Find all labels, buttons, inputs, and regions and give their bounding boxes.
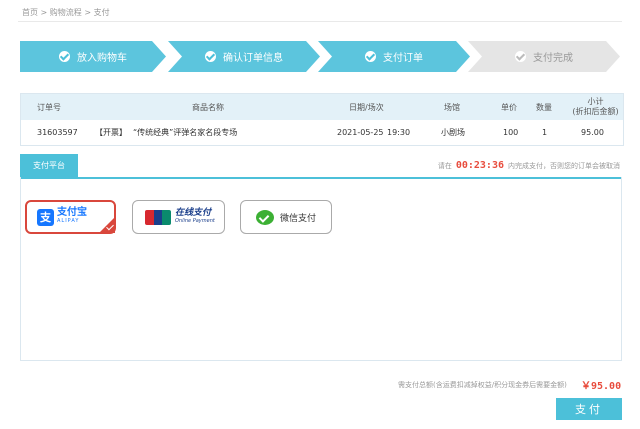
total-amount: ￥95.00 (581, 381, 622, 392)
checkout-progress-steps: 放入购物车 确认订单信息 支付订单 支付完成 (20, 41, 620, 72)
payment-options-panel: 支 支付宝 ALIPAY 在线支付 Online Payment 微信支付 (20, 177, 622, 361)
header-price: 单价 (501, 102, 517, 112)
countdown-time: 00:23:36 (455, 160, 504, 171)
step-label: 确认订单信息 (223, 53, 283, 64)
order-table-header: 订单号 商品名称 日期/场次 场馆 单价 数量 小计 (折扣后金额) (21, 94, 623, 120)
unit-price: 100 (503, 128, 519, 137)
step-add-to-cart: 放入购物车 (20, 41, 166, 72)
order-number: 31603597 (37, 128, 78, 137)
alipay-en-name: ALIPAY (57, 218, 80, 224)
pay-button[interactable]: 支付 (556, 398, 622, 420)
unionpay-en-name: Online Payment (175, 218, 215, 224)
payment-countdown: 请在 00:23:36 内完成支付，否则您的订单会被取消 (438, 160, 620, 171)
show-time: 19:30 (387, 128, 411, 137)
product-name[interactable]: “传统经典”评弹名家名段专场 (133, 120, 237, 145)
header-subtotal: 小计 (折扣后金额) (568, 94, 623, 120)
unionpay-option[interactable]: 在线支付 Online Payment (132, 200, 225, 234)
unionpay-wordmark: 在线支付 Online Payment (175, 209, 215, 225)
header-venue: 场馆 (444, 102, 460, 112)
wechat-pay-option[interactable]: 微信支付 (240, 200, 332, 234)
header-date: 日期/场次 (349, 102, 384, 112)
alipay-option[interactable]: 支 支付宝 ALIPAY (25, 200, 116, 234)
payment-tab-bar: 支付平台 请在 00:23:36 内完成支付，否则您的订单会被取消 (20, 154, 622, 179)
wechat-pay-icon (255, 209, 274, 225)
countdown-prefix: 请在 (437, 162, 452, 170)
countdown-suffix: 内完成支付，否则您的订单会被取消 (508, 162, 620, 170)
order-table: 订单号 商品名称 日期/场次 场馆 单价 数量 小计 (折扣后金额) 31603… (20, 93, 624, 146)
alipay-wordmark: 支付宝 ALIPAY (57, 208, 87, 226)
step-label: 支付订单 (383, 53, 423, 64)
header-product: 商品名称 (192, 102, 224, 112)
alipay-icon: 支 (37, 208, 54, 226)
step-label: 放入购物车 (77, 53, 127, 64)
wechat-pay-label: 微信支付 (279, 213, 316, 224)
step-payment-complete: 支付完成 (468, 41, 620, 72)
header-subtotal-line1: 小计 (587, 97, 604, 106)
header-subtotal-line2: (折扣后金额) (572, 107, 619, 116)
tab-payment-platform[interactable]: 支付平台 (20, 154, 78, 177)
step-label: 支付完成 (533, 53, 573, 64)
show-date: 2021-05-25 (337, 128, 384, 137)
invoice-tag: 【开票】 (95, 128, 127, 137)
header-qty: 数量 (536, 102, 552, 112)
table-row: 31603597 【开票】 “传统经典”评弹名家名段专场 2021-05-25 … (21, 120, 623, 145)
check-circle-icon (205, 51, 216, 62)
step-pay-order: 支付订单 (318, 41, 470, 72)
breadcrumb[interactable]: 首页 > 购物流程 > 支付 (22, 7, 110, 18)
check-circle-icon (59, 51, 70, 62)
quantity: 1 (542, 128, 548, 137)
step-confirm-order: 确认订单信息 (168, 41, 320, 72)
check-circle-icon (515, 51, 526, 62)
unionpay-name: 在线支付 (175, 208, 212, 218)
subtotal-amount: 95.00 (581, 128, 604, 137)
header-order-no: 订单号 (37, 102, 61, 112)
divider (18, 21, 622, 22)
total-label: 需支付总额(含运费扣减掉权益/积分现金券后需要金额) (398, 381, 567, 389)
unionpay-icon (145, 209, 171, 225)
check-circle-icon (365, 51, 376, 62)
alipay-name: 支付宝 (57, 207, 87, 218)
venue-name: 小剧场 (441, 128, 465, 137)
